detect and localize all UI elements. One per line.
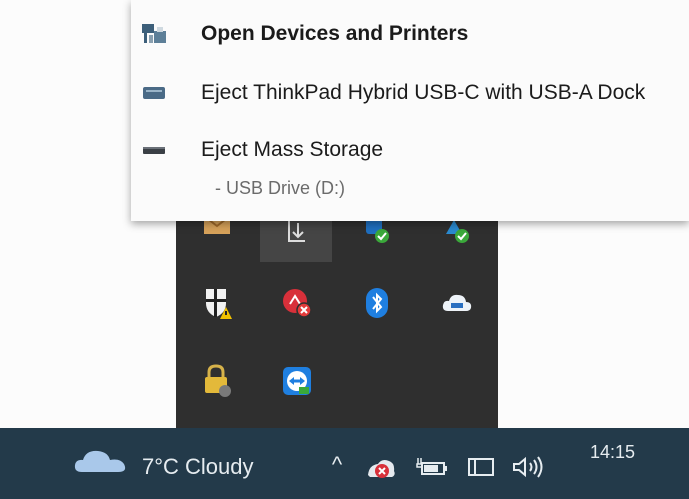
vpn-lock-icon[interactable] xyxy=(198,362,236,400)
menu-label-open-devices: Open Devices and Printers xyxy=(201,22,469,45)
cloud-app-icon[interactable] xyxy=(438,284,476,322)
mass-storage-icon xyxy=(139,135,169,165)
menu-item-eject-dock[interactable]: Eject ThinkPad Hybrid USB-C with USB-A D… xyxy=(131,73,689,113)
menu-label-eject-storage: Eject Mass Storage xyxy=(201,138,384,161)
context-menu: Open Devices and Printers Eject ThinkPad… xyxy=(131,0,689,221)
show-hidden-icons-chevron-icon[interactable]: ^ xyxy=(322,450,352,480)
usb-dock-icon xyxy=(139,78,169,108)
volume-icon[interactable] xyxy=(508,452,550,482)
devices-printers-icon xyxy=(139,19,169,49)
network-error-icon[interactable] xyxy=(364,452,400,482)
battery-power-icon[interactable] xyxy=(414,452,450,482)
cloud-weather-icon[interactable] xyxy=(72,444,134,479)
error-x-icon[interactable] xyxy=(278,284,316,322)
clock-time[interactable]: 14:15 xyxy=(590,442,635,463)
menu-item-open-devices[interactable]: Open Devices and Printers xyxy=(131,14,689,54)
usb-drive-subitem: - USB Drive (D:) xyxy=(215,178,345,198)
teamviewer-icon[interactable] xyxy=(278,362,316,400)
menu-item-eject-storage[interactable]: Eject Mass Storage xyxy=(131,130,689,170)
taskbar: 7°C Cloudy ^ 14:15 xyxy=(0,428,689,499)
weather-text[interactable]: 7°C Cloudy xyxy=(142,454,254,480)
menu-label-eject-dock: Eject ThinkPad Hybrid USB-C with USB-A D… xyxy=(201,81,646,104)
tray-overflow-flyout xyxy=(176,200,498,428)
security-warning-icon[interactable] xyxy=(198,284,236,322)
bluetooth-icon[interactable] xyxy=(358,284,396,322)
display-icon[interactable] xyxy=(464,452,500,482)
